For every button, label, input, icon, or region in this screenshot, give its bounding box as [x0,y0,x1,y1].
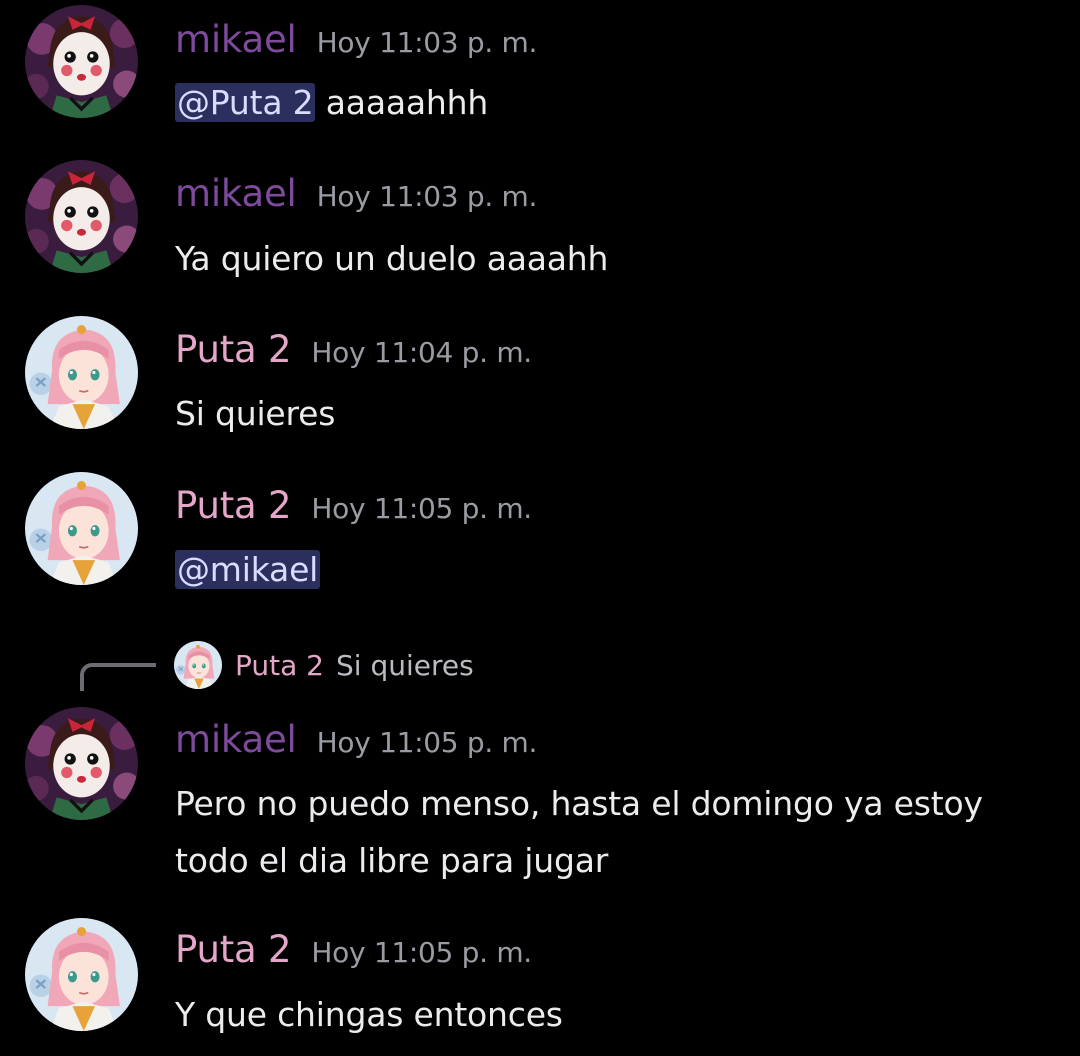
puta2-avatar-icon[interactable] [25,316,138,429]
author-name[interactable]: Puta 2 [175,928,292,971]
message-timestamp: Hoy 11:04 p. m. [311,336,532,369]
message-timestamp: Hoy 11:05 p. m. [311,936,532,969]
author-name[interactable]: Puta 2 [175,328,292,371]
message-content: @mikael [175,541,321,598]
author-name[interactable]: Puta 2 [175,484,292,527]
message-text: todo el dia libre para jugar [175,841,609,880]
message-text: Y que chingas entonces [175,995,563,1034]
message-text: Ya quiero un duelo aaaahh [175,239,609,278]
author-name[interactable]: mikael [175,172,297,215]
mikael-avatar-icon[interactable] [25,707,138,820]
message-header: Puta 2 Hoy 11:04 p. m. [175,328,532,371]
message-header: mikael Hoy 11:03 p. m. [175,18,537,61]
message-content: @Puta 2 aaaaahhh [175,74,488,131]
user-mention[interactable]: @Puta 2 [175,83,316,122]
author-name[interactable]: mikael [175,718,297,761]
reply-text: Si quieres [336,648,474,682]
message-timestamp: Hoy 11:05 p. m. [311,492,532,525]
reply-preview[interactable]: Puta 2 Si quieres [174,640,474,690]
reply-connector [80,663,156,691]
mikael-avatar-icon[interactable] [25,160,138,273]
puta2-avatar-icon[interactable] [25,472,138,585]
message-header: Puta 2 Hoy 11:05 p. m. [175,928,532,971]
mikael-avatar-icon[interactable] [25,5,138,118]
user-mention[interactable]: @mikael [175,550,321,589]
message-timestamp: Hoy 11:03 p. m. [316,26,538,59]
puta2-avatar-icon[interactable] [25,918,138,1031]
message-timestamp: Hoy 11:05 p. m. [316,726,538,759]
puta2-reply-avatar-icon [174,641,222,689]
reply-author: Puta 2 [235,648,324,682]
message-text: aaaaahhh [315,83,489,122]
message-text: Pero no puedo menso, hasta el domingo ya… [175,784,983,823]
author-name[interactable]: mikael [175,18,297,61]
message-header: mikael Hoy 11:03 p. m. [175,172,537,215]
message-header: Puta 2 Hoy 11:05 p. m. [175,484,532,527]
message-text: Si quieres [175,394,336,433]
message-header: mikael Hoy 11:05 p. m. [175,718,537,761]
message-timestamp: Hoy 11:03 p. m. [316,180,538,213]
